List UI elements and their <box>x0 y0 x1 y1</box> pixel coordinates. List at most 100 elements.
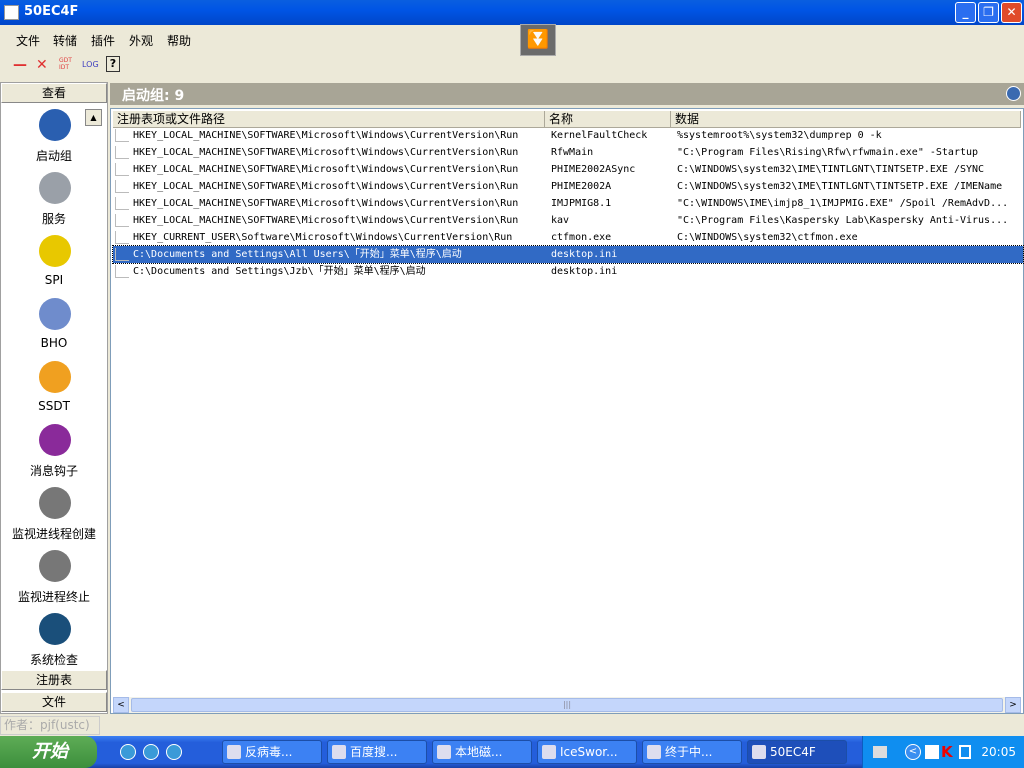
scroll-left-button[interactable]: < <box>113 697 129 713</box>
cell-path: HKEY_LOCAL_MACHINE\SOFTWARE\Microsoft\Wi… <box>133 130 519 141</box>
cell-data: "C:\WINDOWS\IME\imjp8_1\IMJPMIG.EXE" /Sp… <box>677 198 1009 209</box>
menu-appearance[interactable]: 外观 <box>129 32 153 49</box>
globe-icon[interactable] <box>1006 86 1021 101</box>
horizontal-scrollbar[interactable]: < ||| > <box>113 697 1021 713</box>
scroll-thumb[interactable]: ||| <box>131 698 1003 712</box>
sidebar-item-2[interactable]: SPI <box>1 235 107 297</box>
sidebar-item-8[interactable]: 系统检查 <box>1 613 107 675</box>
task-icon <box>227 745 241 759</box>
quicklaunch-media-icon[interactable] <box>166 744 182 760</box>
task-label: 50EC4F <box>770 745 816 759</box>
warning-icon <box>39 235 71 267</box>
table-row[interactable]: HKEY_LOCAL_MACHINE\SOFTWARE\Microsoft\Wi… <box>113 212 1023 229</box>
sidebar-scroll-up-button[interactable]: ▲ <box>85 109 102 126</box>
sidebar-item-label: 启动组 <box>35 149 72 163</box>
logo-chevrons-icon: ⏬ <box>520 24 556 56</box>
taskbar-button[interactable]: 终于中... <box>642 740 742 764</box>
cell-data: %systemroot%\system32\dumprep 0 -k <box>677 130 882 141</box>
network-icon[interactable] <box>959 745 971 759</box>
sidebar-header-view[interactable]: 查看 <box>1 83 107 103</box>
delete-button[interactable]: ✕ <box>36 57 48 73</box>
taskbar-button[interactable]: 百度搜... <box>327 740 427 764</box>
scroll-right-button[interactable]: > <box>1005 697 1021 713</box>
table-row[interactable]: HKEY_LOCAL_MACHINE\SOFTWARE\Microsoft\Wi… <box>113 144 1023 161</box>
table-row[interactable]: HKEY_LOCAL_MACHINE\SOFTWARE\Microsoft\Wi… <box>113 178 1023 195</box>
gdt-idt-button[interactable]: GDT IDT <box>59 57 75 71</box>
title-bar: 50EC4F _ ❐ ✕ <box>0 0 1024 25</box>
sidebar-item-label: 监视进线程创建 <box>11 527 96 541</box>
sidebar-item-5[interactable]: 消息钩子 <box>1 424 107 486</box>
entry-icon <box>115 231 129 244</box>
bell-icon <box>39 361 71 393</box>
cell-data: C:\WINDOWS\system32\IME\TINTLGNT\TINTSET… <box>677 164 985 175</box>
sidebar-tab-file[interactable]: 文件 <box>1 692 107 712</box>
entry-icon <box>115 163 129 176</box>
menu-dump[interactable]: 转储 <box>53 32 77 49</box>
toolbar: — ✕ GDT IDT LOG ? <box>0 52 520 78</box>
minus-button[interactable]: — <box>13 57 27 73</box>
column-header-path[interactable]: 注册表项或文件路径 <box>113 111 545 128</box>
quicklaunch-ie-icon[interactable] <box>143 744 159 760</box>
cell-name: RfwMain <box>551 147 594 158</box>
table-row[interactable]: C:\Documents and Settings\Jzb\「开始」菜单\程序\… <box>113 263 1023 280</box>
menu-bar: 文件 转储 插件 外观 帮助 <box>0 27 1024 51</box>
task-icon <box>437 745 451 759</box>
task-label: IceSwor... <box>560 745 618 759</box>
help-button[interactable]: ? <box>106 56 120 72</box>
keyboard-icon[interactable] <box>873 746 887 758</box>
task-label: 反病毒... <box>245 745 293 759</box>
cell-path: HKEY_LOCAL_MACHINE\SOFTWARE\Microsoft\Wi… <box>133 198 519 209</box>
cell-name: kav <box>551 215 570 226</box>
computer-icon <box>39 172 71 204</box>
cell-path: HKEY_LOCAL_MACHINE\SOFTWARE\Microsoft\Wi… <box>133 164 519 175</box>
maximize-button[interactable]: ❐ <box>978 2 999 23</box>
cell-name: ctfmon.exe <box>551 232 612 243</box>
sidebar-item-6[interactable]: 监视进线程创建 <box>1 487 107 549</box>
cell-name: PHIME2002ASync <box>551 164 636 175</box>
entry-icon <box>115 146 129 159</box>
tray-expand-icon[interactable]: < <box>905 744 921 760</box>
entry-icon <box>115 248 129 261</box>
sidebar-item-label: SSDT <box>38 399 70 413</box>
close-button[interactable]: ✕ <box>1001 2 1022 23</box>
menu-file[interactable]: 文件 <box>16 32 40 49</box>
taskbar-button[interactable]: IceSwor... <box>537 740 637 764</box>
column-header-data[interactable]: 数据 <box>671 111 1021 128</box>
clock: 20:05 <box>981 745 1016 759</box>
sidebar-item-3[interactable]: BHO <box>1 298 107 360</box>
taskbar-button[interactable]: 50EC4F <box>747 740 847 764</box>
taskbar-button[interactable]: 本地磁... <box>432 740 532 764</box>
taskbar-button[interactable]: 反病毒... <box>222 740 322 764</box>
table-row[interactable]: C:\Documents and Settings\All Users\「开始」… <box>112 245 1024 264</box>
entry-icon <box>115 265 129 278</box>
table-row[interactable]: HKEY_LOCAL_MACHINE\SOFTWARE\Microsoft\Wi… <box>113 161 1023 178</box>
cell-name: KernelFaultCheck <box>551 130 648 141</box>
entry-icon <box>115 129 129 142</box>
menu-plugins[interactable]: 插件 <box>91 32 115 49</box>
sidebar-item-7[interactable]: 监视进程终止 <box>1 550 107 612</box>
column-header-name[interactable]: 名称 <box>545 111 671 128</box>
task-label: 百度搜... <box>350 745 398 759</box>
cell-path: HKEY_CURRENT_USER\Software\Microsoft\Win… <box>133 232 513 243</box>
cell-data: C:\WINDOWS\system32\IME\TINTLGNT\TINTSET… <box>677 181 1003 192</box>
cell-name: PHIME2002A <box>551 181 612 192</box>
start-button[interactable]: 开始 <box>0 736 97 768</box>
app-tray-icon[interactable] <box>925 745 939 759</box>
task-label: 本地磁... <box>455 745 503 759</box>
table-row[interactable]: HKEY_LOCAL_MACHINE\SOFTWARE\Microsoft\Wi… <box>113 127 1023 144</box>
table-row[interactable]: HKEY_LOCAL_MACHINE\SOFTWARE\Microsoft\Wi… <box>113 195 1023 212</box>
status-bar: 作者：pjf(ustc) <box>0 716 100 735</box>
table-row[interactable]: HKEY_CURRENT_USER\Software\Microsoft\Win… <box>113 229 1023 246</box>
kaspersky-icon[interactable]: K <box>941 743 953 761</box>
entry-icon <box>115 180 129 193</box>
log-button[interactable]: LOG <box>82 60 99 69</box>
window-title: 50EC4F <box>24 4 79 19</box>
sidebar-item-1[interactable]: 服务 <box>1 172 107 234</box>
menu-help[interactable]: 帮助 <box>167 32 191 49</box>
quicklaunch-browser-icon[interactable] <box>120 744 136 760</box>
sidebar-item-4[interactable]: SSDT <box>1 361 107 423</box>
cell-path: HKEY_LOCAL_MACHINE\SOFTWARE\Microsoft\Wi… <box>133 181 519 192</box>
sidebar-item-label: 消息钩子 <box>29 464 78 478</box>
minimize-button[interactable]: _ <box>955 2 976 23</box>
sidebar-tab-registry[interactable]: 注册表 <box>1 670 107 690</box>
